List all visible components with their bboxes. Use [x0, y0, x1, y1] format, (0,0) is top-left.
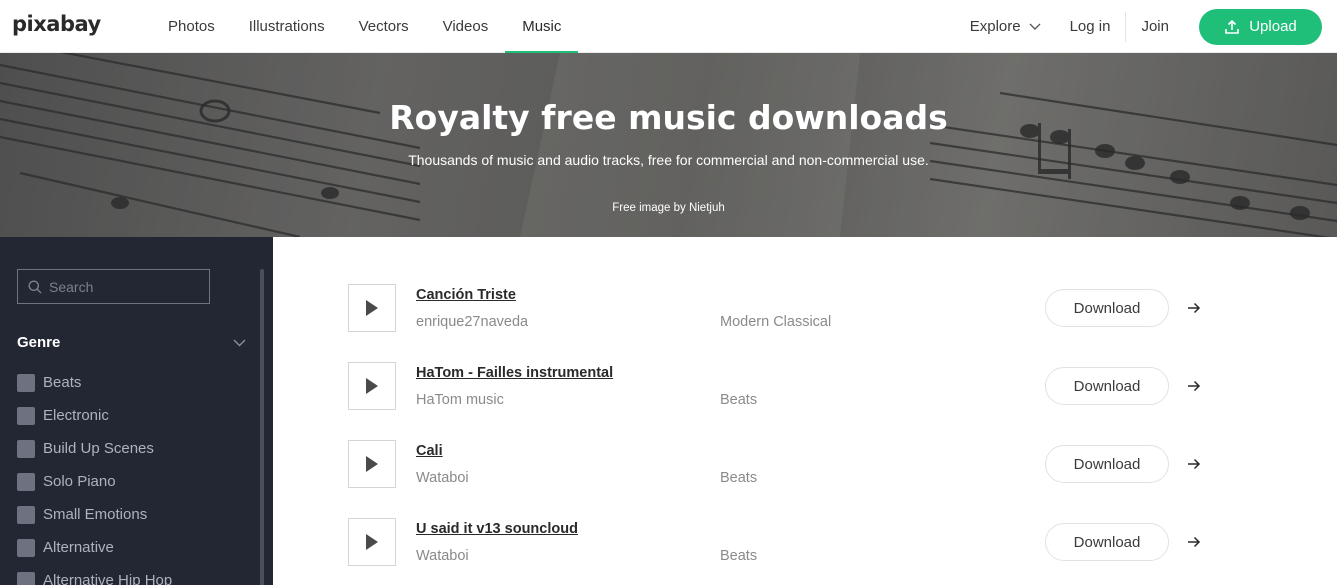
search-input[interactable] — [49, 278, 199, 295]
track-title[interactable]: Cali — [416, 443, 443, 459]
nav-illustrations[interactable]: Illustrations — [232, 0, 342, 53]
track-row: Canción Triste enrique27naveda Modern Cl… — [348, 284, 1208, 362]
upload-icon — [1225, 19, 1240, 34]
arrow-right-icon[interactable] — [1186, 456, 1202, 472]
play-button[interactable] — [348, 284, 396, 332]
join-link[interactable]: Join — [1141, 18, 1169, 35]
genre-option-alternative[interactable]: Alternative — [17, 531, 172, 564]
genre-label: Small Emotions — [43, 506, 148, 523]
track-row: HaTom - Failles instrumental HaTom music… — [348, 362, 1208, 440]
track-genre[interactable]: Beats — [720, 392, 757, 408]
track-row: Cali Wataboi Beats Download — [348, 440, 1208, 518]
play-icon — [366, 534, 378, 550]
pixabay-logo[interactable]: pixabay — [12, 12, 101, 36]
hero-title: Royalty free music downloads — [389, 98, 948, 137]
genre-label: Alternative — [43, 539, 114, 556]
genre-label: Alternative Hip Hop — [43, 572, 173, 585]
genre-heading: Genre — [17, 334, 61, 351]
genre-checkbox[interactable] — [17, 406, 35, 425]
track-artist[interactable]: enrique27naveda — [416, 314, 528, 330]
hero-banner: Royalty free music downloads Thousands o… — [0, 53, 1337, 237]
download-button[interactable]: Download — [1045, 367, 1169, 405]
play-button[interactable] — [348, 362, 396, 410]
top-header: pixabay Photos Illustrations Vectors Vid… — [0, 0, 1337, 54]
track-artist[interactable]: HaTom music — [416, 392, 504, 408]
genre-list: Beats Electronic Build Up Scenes Solo Pi… — [17, 366, 172, 585]
play-button[interactable] — [348, 518, 396, 566]
track-genre[interactable]: Beats — [720, 470, 757, 486]
play-icon — [366, 378, 378, 394]
genre-checkbox[interactable] — [17, 571, 35, 585]
nav-videos[interactable]: Videos — [426, 0, 506, 53]
genre-option-build-up-scenes[interactable]: Build Up Scenes — [17, 432, 172, 465]
nav-photos[interactable]: Photos — [151, 0, 232, 53]
genre-checkbox[interactable] — [17, 538, 35, 557]
track-artist[interactable]: Wataboi — [416, 548, 469, 564]
play-icon — [366, 300, 378, 316]
upload-button[interactable]: Upload — [1199, 8, 1322, 45]
track-artist[interactable]: Wataboi — [416, 470, 469, 486]
upload-label: Upload — [1249, 18, 1297, 35]
genre-option-small-emotions[interactable]: Small Emotions — [17, 498, 172, 531]
genre-label: Beats — [43, 374, 82, 391]
search-field[interactable] — [17, 269, 210, 304]
genre-label: Solo Piano — [43, 473, 116, 490]
genre-label: Build Up Scenes — [43, 440, 154, 457]
track-title[interactable]: HaTom - Failles instrumental — [416, 365, 613, 381]
track-genre[interactable]: Modern Classical — [720, 314, 831, 330]
genre-option-solo-piano[interactable]: Solo Piano — [17, 465, 172, 498]
download-button[interactable]: Download — [1045, 523, 1169, 561]
genre-checkbox[interactable] — [17, 505, 35, 524]
play-icon — [366, 456, 378, 472]
track-row: U said it v13 souncloud Wataboi Beats Do… — [348, 518, 1208, 585]
chevron-down-icon — [1029, 23, 1041, 30]
genre-checkbox[interactable] — [17, 373, 35, 392]
genre-option-electronic[interactable]: Electronic — [17, 399, 172, 432]
download-button[interactable]: Download — [1045, 445, 1169, 483]
genre-filter-toggle[interactable]: Genre — [17, 334, 246, 351]
nav-vectors[interactable]: Vectors — [342, 0, 426, 53]
play-button[interactable] — [348, 440, 396, 488]
explore-menu[interactable]: Explore — [970, 18, 1041, 35]
explore-label: Explore — [969, 18, 1021, 35]
hero-image-credit[interactable]: Free image by Nietjuh — [0, 202, 1337, 214]
search-icon — [28, 280, 42, 293]
genre-option-beats[interactable]: Beats — [17, 366, 172, 399]
download-button[interactable]: Download — [1045, 289, 1169, 327]
track-title[interactable]: U said it v13 souncloud — [416, 521, 578, 537]
filter-sidebar: Genre Beats Electronic Build Up Scenes S… — [0, 237, 273, 585]
genre-checkbox[interactable] — [17, 472, 35, 491]
chevron-down-icon — [233, 339, 246, 346]
main-nav: Photos Illustrations Vectors Videos Musi… — [151, 0, 579, 54]
track-genre[interactable]: Beats — [720, 548, 757, 564]
genre-option-alternative-hip-hop[interactable]: Alternative Hip Hop — [17, 564, 172, 585]
hero-subtitle: Thousands of music and audio tracks, fre… — [408, 152, 929, 168]
sidebar-scrollbar[interactable] — [260, 269, 264, 585]
track-list: Canción Triste enrique27naveda Modern Cl… — [348, 284, 1208, 585]
account-nav: Explore Log in Join Upload — [970, 0, 1322, 53]
arrow-right-icon[interactable] — [1186, 378, 1202, 394]
arrow-right-icon[interactable] — [1186, 300, 1202, 316]
genre-checkbox[interactable] — [17, 439, 35, 458]
nav-music[interactable]: Music — [505, 0, 579, 54]
login-link[interactable]: Log in — [1070, 11, 1127, 42]
arrow-right-icon[interactable] — [1186, 534, 1202, 550]
genre-label: Electronic — [43, 407, 109, 424]
track-title[interactable]: Canción Triste — [416, 287, 516, 303]
